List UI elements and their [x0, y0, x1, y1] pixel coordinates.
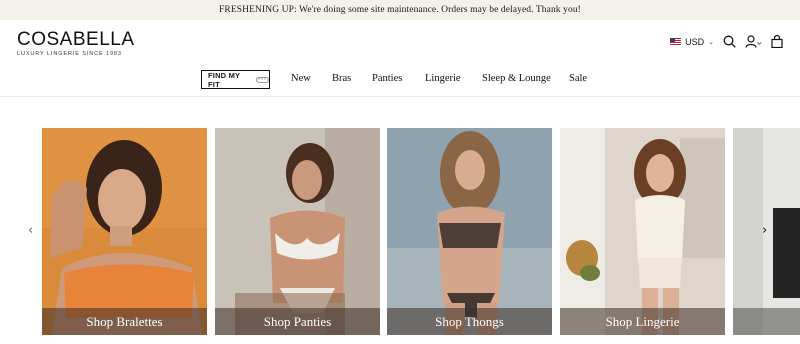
photo-model-black-mesh-set	[387, 128, 552, 335]
account-icon[interactable]	[745, 35, 762, 48]
chevron-right-icon[interactable]: ›	[762, 223, 767, 238]
category-card-bralettes[interactable]: Shop Bralettes	[42, 128, 207, 335]
nav-item-new[interactable]: New	[291, 73, 311, 84]
find-my-fit-button[interactable]: FIND MY FIT	[201, 70, 270, 89]
search-icon[interactable]	[723, 35, 736, 48]
nav-item-panties[interactable]: Panties	[372, 73, 402, 84]
currency-selector[interactable]: USD ⌄	[670, 37, 714, 47]
category-card-panties[interactable]: Shop Panties	[215, 128, 380, 335]
nav-item-bras[interactable]: Bras	[332, 73, 351, 84]
logo-tagline: LUXURY LINGERIE SINCE 1983	[17, 51, 122, 57]
nav-item-lingerie[interactable]: Lingerie	[425, 73, 461, 84]
category-carousel: ‹ Shop Bralettes Shop Panties Shop Thong…	[0, 128, 800, 335]
bag-icon[interactable]	[771, 35, 783, 48]
category-caption: Shop Lingerie	[560, 308, 725, 335]
category-caption: Shop Thongs	[387, 308, 552, 335]
category-card-thongs[interactable]: Shop Thongs	[387, 128, 552, 335]
category-card-lingerie[interactable]: Shop Lingerie	[560, 128, 725, 335]
chevron-down-icon: ⌄	[708, 38, 714, 46]
find-my-fit-label: FIND MY FIT	[208, 70, 241, 89]
photo-model-white-lace-set	[215, 128, 380, 335]
category-caption: Shop Bralettes	[42, 308, 207, 335]
category-caption: Shop Panties	[215, 308, 380, 335]
photo-model-ivory-lingerie	[560, 128, 725, 335]
nav-item-sale[interactable]: Sale	[569, 73, 587, 84]
photo-model-orange-bralette	[42, 128, 207, 335]
us-flag-icon	[670, 38, 682, 45]
header-tools: USD ⌄	[670, 35, 783, 48]
site-header: COSABELLA LUXURY LINGERIE SINCE 1983 USD…	[0, 20, 800, 97]
announcement-text: FRESHENING UP: We're doing some site mai…	[219, 5, 581, 15]
nav-item-sleep-lounge[interactable]: Sleep & Lounge	[482, 73, 551, 84]
chevron-left-icon[interactable]: ‹	[28, 223, 33, 238]
announcement-bar: FRESHENING UP: We're doing some site mai…	[0, 0, 800, 20]
logo-wordmark: COSABELLA	[17, 29, 135, 50]
logo[interactable]: COSABELLA LUXURY LINGERIE SINCE 1983	[17, 29, 135, 58]
currency-label: USD	[685, 36, 705, 47]
measuring-tape-icon	[256, 76, 269, 83]
